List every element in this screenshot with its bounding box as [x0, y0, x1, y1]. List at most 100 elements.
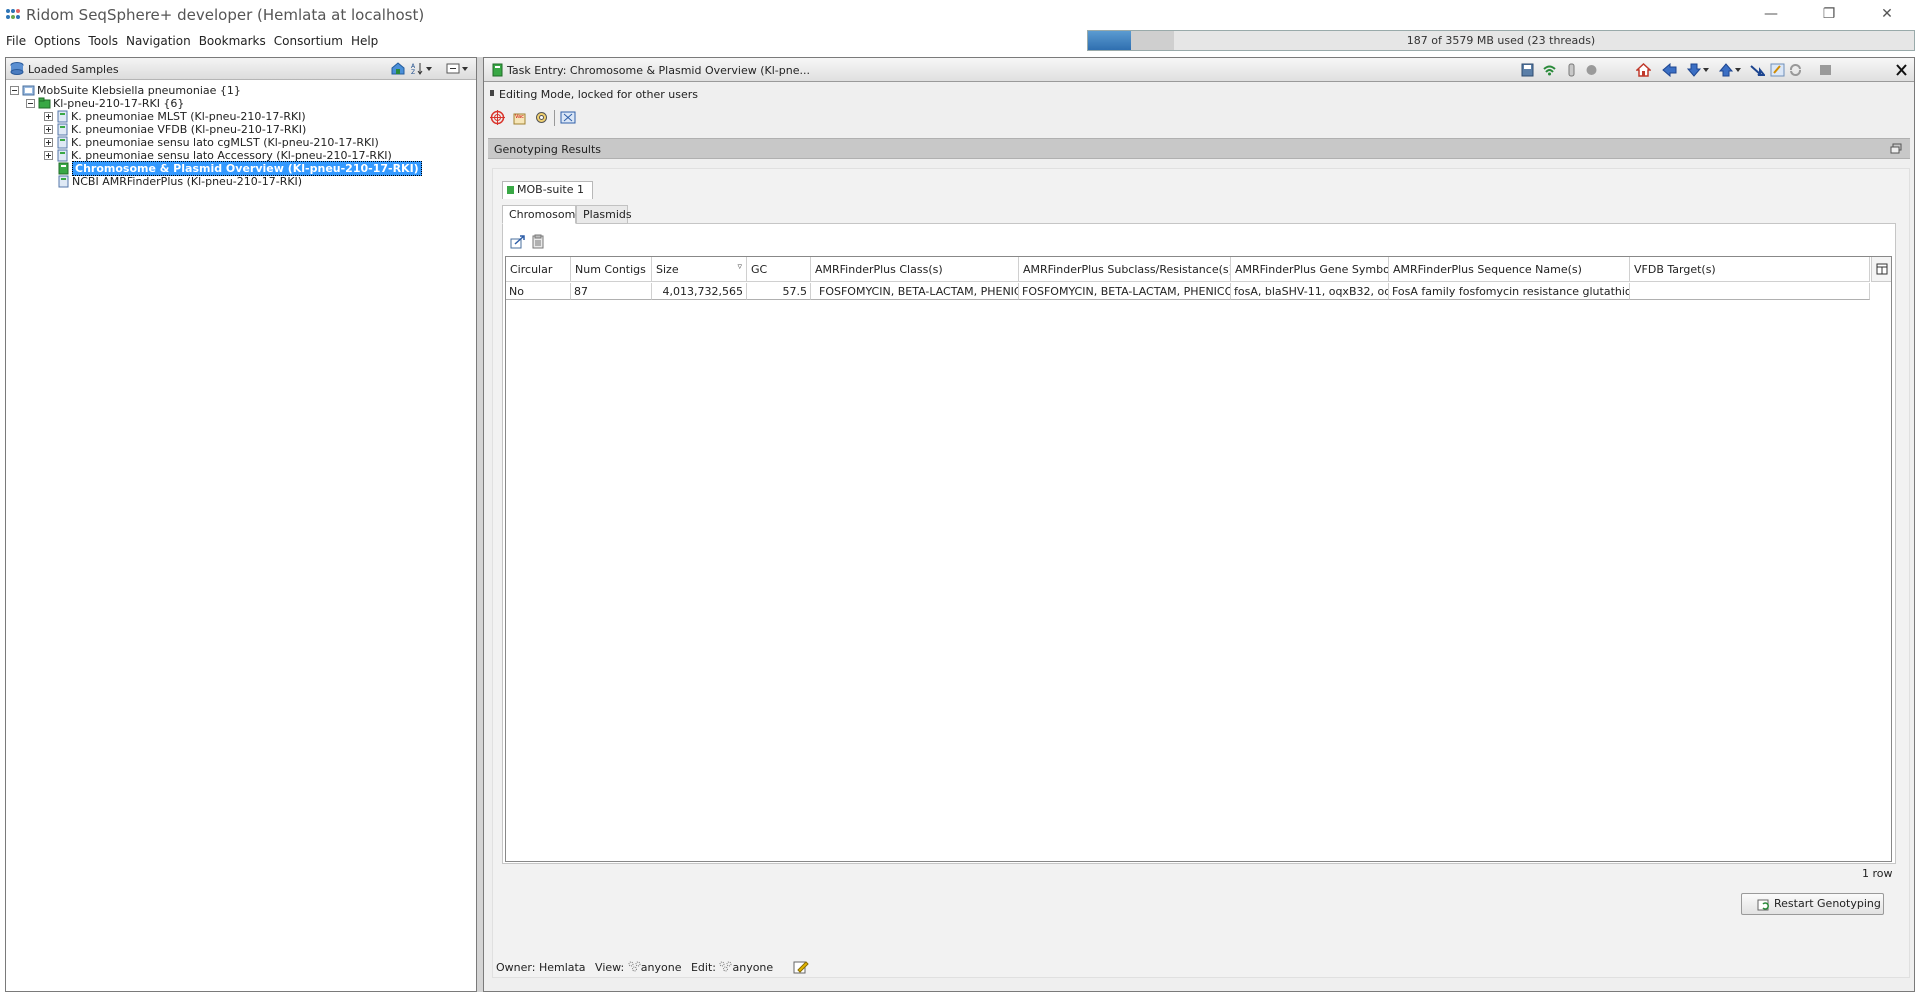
table-cell[interactable]: No	[506, 283, 571, 300]
table-cell[interactable]: FosA family fosfomycin resistance glutat…	[1389, 283, 1630, 300]
view-value[interactable]: anyone	[641, 961, 682, 974]
arrow-left-icon[interactable]	[1662, 63, 1677, 77]
column-header-amr-subclass[interactable]: AMRFinderPlus Subclass/Resistance(s)	[1019, 257, 1231, 282]
app-logo-icon	[6, 9, 20, 21]
loaded-samples-title: Loaded Samples	[28, 63, 119, 76]
tab-plasmids[interactable]: Plasmids	[576, 205, 632, 224]
toolbar-divider	[554, 110, 555, 126]
table-cell[interactable]: FOSFOMYCIN, BETA-LACTAM, PHENICO...	[1019, 283, 1231, 300]
restart-icon	[1757, 899, 1769, 911]
export-icon[interactable]	[510, 234, 526, 249]
samples-home-icon[interactable]	[391, 62, 405, 75]
row-count: 1 row	[1862, 867, 1893, 880]
genotyping-results-title: Genotyping Results	[494, 143, 602, 156]
table-cell[interactable]: 87	[571, 283, 652, 300]
menu-consortium[interactable]: Consortium	[272, 34, 349, 48]
sort-indicator-icon: ▿	[737, 262, 742, 272]
column-header-vfdb-targets[interactable]: VFDB Target(s)	[1630, 257, 1870, 282]
tab-chromosome[interactable]: Chromosome	[502, 205, 582, 224]
collapse-all-icon[interactable]	[446, 62, 470, 75]
tab-mob-suite-label: MOB-suite 1	[517, 183, 584, 196]
jump-icon[interactable]	[1750, 63, 1765, 77]
owner-label: Owner:	[496, 961, 536, 974]
refresh-icon[interactable]	[1788, 63, 1803, 77]
menu-navigation[interactable]: Navigation	[124, 34, 197, 48]
table-cell[interactable]: FOSFOMYCIN, BETA-LACTAM, PHENIC...	[811, 283, 1019, 300]
expand-toggle[interactable]	[44, 111, 53, 121]
editing-mode-bar: Editing Mode, locked for other users	[484, 86, 1914, 104]
title-bar: Ridom SeqSphere+ developer (Hemlata at l…	[0, 0, 1920, 30]
restart-genotyping-label: Restart Genotyping	[1774, 897, 1881, 910]
edit-permissions-icon[interactable]	[793, 960, 809, 974]
menu-bar: File Options Tools Navigation Bookmarks …	[0, 30, 384, 52]
column-header-amr-sequence-name[interactable]: AMRFinderPlus Sequence Name(s)	[1389, 257, 1630, 282]
stop-icon[interactable]	[1818, 63, 1833, 77]
column-chooser-button[interactable]	[1871, 257, 1891, 282]
task-entry-icon	[58, 175, 69, 187]
expand-toggle[interactable]	[44, 124, 53, 134]
column-header-amr-class[interactable]: AMRFinderPlus Class(s)	[811, 257, 1019, 282]
edit-value[interactable]: anyone	[732, 961, 773, 974]
loaded-samples-panel: Loaded Samples A Z MobSuite Klebsiella p…	[5, 57, 477, 992]
restore-section-icon[interactable]	[1890, 143, 1902, 154]
menu-tools[interactable]: Tools	[86, 34, 124, 48]
minimize-button[interactable]: —	[1748, 0, 1794, 30]
dna-icon[interactable]	[560, 110, 576, 125]
table-cell[interactable]: fosA, blaSHV-11, oqxB32, oqxA	[1231, 283, 1389, 300]
genotyping-results-bar: Genotyping Results	[488, 138, 1910, 159]
tube-icon[interactable]	[1564, 63, 1579, 77]
edit-label: Edit:	[690, 961, 716, 974]
home-icon[interactable]	[1636, 63, 1651, 77]
table-cell[interactable]	[1630, 283, 1870, 300]
svg-text:Vac: Vac	[515, 114, 524, 120]
vial-icon[interactable]: Vac	[512, 110, 527, 125]
table-cell[interactable]: 57.5	[747, 283, 811, 300]
expand-toggle[interactable]	[44, 150, 53, 160]
column-header-amr-gene-symbol[interactable]: AMRFinderPlus Gene Symbol...	[1231, 257, 1389, 282]
group-icon	[719, 961, 732, 972]
tree-node-label: NCBI AMRFinderPlus (Kl-pneu-210-17-RKI)	[72, 174, 303, 188]
view-label: View:	[595, 961, 625, 974]
restore-button[interactable]: ❐	[1806, 0, 1852, 30]
column-header-size[interactable]: Size ▿	[652, 257, 747, 282]
arrow-up-dropdown-icon[interactable]	[1719, 63, 1743, 77]
memory-label: 187 of 3579 MB used (23 threads)	[1406, 34, 1596, 47]
owner-value: Hemlata	[538, 961, 586, 974]
task-entry-icon	[492, 63, 503, 77]
task-entry-title: Task Entry: Chromosome & Plasmid Overvie…	[507, 64, 810, 77]
tree-node-amrfinder[interactable]: NCBI AMRFinderPlus (Kl-pneu-210-17-RKI)	[57, 173, 302, 189]
column-header-gc[interactable]: GC	[747, 257, 811, 282]
menu-bookmarks[interactable]: Bookmarks	[197, 34, 272, 48]
sort-az-icon[interactable]: A Z	[411, 62, 433, 75]
window-title: Ridom SeqSphere+ developer (Hemlata at l…	[26, 6, 425, 24]
menu-help[interactable]: Help	[349, 34, 384, 48]
column-chooser-icon	[1876, 263, 1888, 275]
status-circle-icon[interactable]	[1584, 63, 1599, 77]
tab-mob-suite[interactable]: MOB-suite 1	[502, 181, 593, 199]
group-icon	[628, 961, 641, 972]
memory-indicator[interactable]: 187 of 3579 MB used (23 threads)	[1087, 30, 1915, 51]
collapse-toggle[interactable]	[26, 98, 35, 108]
column-header-circular[interactable]: Circular	[506, 257, 571, 282]
menu-file[interactable]: File	[4, 34, 32, 48]
save-icon[interactable]	[1520, 63, 1535, 77]
table-cell[interactable]: 4,013,732,565	[652, 283, 747, 300]
loaded-samples-header: Loaded Samples A Z	[6, 58, 476, 80]
arrow-down-dropdown-icon[interactable]	[1687, 63, 1711, 77]
close-panel-icon[interactable]	[1894, 63, 1909, 77]
column-header-size-label: Size	[656, 263, 679, 276]
edit-mode-icon[interactable]	[1770, 63, 1785, 77]
menu-options[interactable]: Options	[32, 34, 86, 48]
target-icon[interactable]	[490, 110, 505, 125]
restart-genotyping-button[interactable]: Restart Genotyping	[1741, 893, 1884, 915]
expand-toggle[interactable]	[44, 137, 53, 147]
column-header-num-contigs[interactable]: Num Contigs	[571, 257, 652, 282]
collapse-toggle[interactable]	[10, 85, 19, 95]
permissions-footer: Owner: Hemlata View: anyone Edit: anyone	[496, 960, 809, 978]
database-icon	[10, 62, 24, 75]
close-window-button[interactable]: ✕	[1864, 0, 1910, 30]
settings-gear-icon[interactable]	[534, 110, 549, 125]
svg-text:Z: Z	[411, 69, 415, 75]
wireless-icon[interactable]	[1542, 63, 1557, 77]
clipboard-icon[interactable]	[531, 234, 545, 249]
